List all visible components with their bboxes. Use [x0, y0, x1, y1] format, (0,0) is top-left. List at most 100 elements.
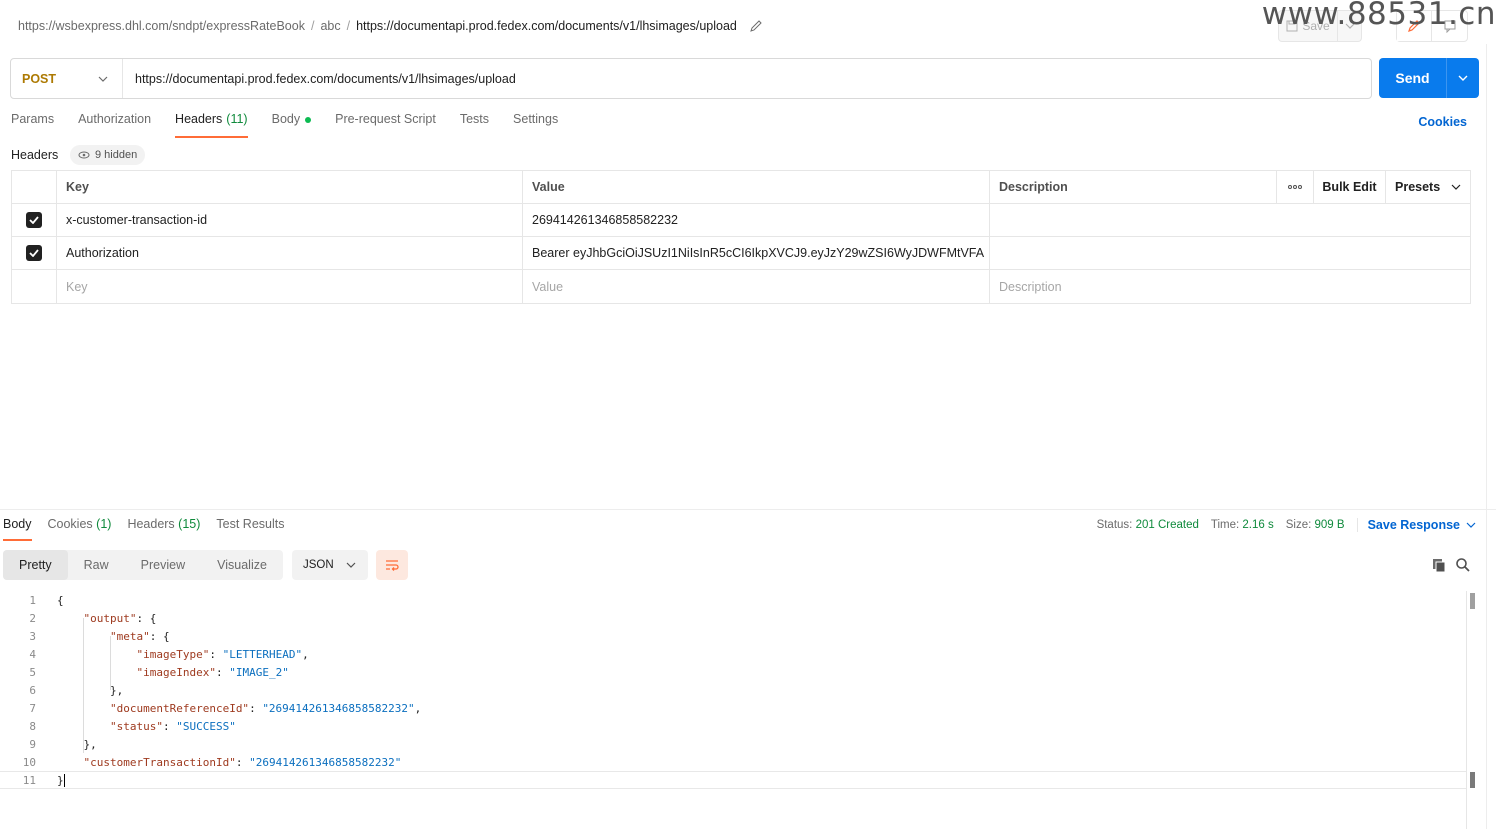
tab-label: Tests [459, 112, 490, 126]
table-row: x-customer-transaction-id 26941426134685… [12, 204, 1470, 237]
chevron-down-icon [1451, 184, 1461, 190]
tab-label: Headers [175, 112, 223, 126]
json-key: "imageType" [136, 647, 210, 661]
body-indicator-dot [305, 117, 312, 123]
code-text: } [57, 773, 65, 787]
code-text: }, [57, 737, 97, 751]
code-line: 8 "status": "SUCCESS" [0, 717, 1466, 735]
bulk-edit-button[interactable]: Bulk Edit [1314, 171, 1386, 203]
url-input[interactable] [123, 59, 1371, 98]
new-value-input[interactable]: Value [523, 270, 990, 303]
editor-scrollbar-thumb-bottom[interactable] [1470, 772, 1475, 788]
tab-tests[interactable]: Tests [460, 112, 489, 138]
top-right-toolbar: Save www.88531.cn [1262, 0, 1496, 44]
send-button[interactable]: Send [1379, 58, 1446, 98]
code-line: 2 "output": { [0, 609, 1466, 627]
pencil-icon[interactable] [749, 19, 763, 33]
editor-scrollbar-thumb[interactable] [1470, 593, 1475, 609]
send-options-button[interactable] [1446, 58, 1479, 98]
save-response-button[interactable]: Save Response [1356, 518, 1476, 532]
response-tab-body[interactable]: Body [3, 517, 32, 541]
code-line: 9 }, [0, 735, 1466, 753]
breadcrumb-separator: / [346, 19, 351, 33]
header-value-cell[interactable]: 269414261346858582232 [523, 204, 990, 236]
pane-divider[interactable] [0, 509, 1496, 510]
time-value: 2.16 s [1242, 519, 1274, 531]
json-key: "imageIndex" [136, 665, 216, 679]
tab-settings[interactable]: Settings [513, 112, 558, 138]
tab-prerequest-script[interactable]: Pre-request Script [335, 112, 436, 138]
new-key-input[interactable]: Key [57, 270, 523, 303]
header-description-cell[interactable] [990, 237, 1470, 269]
json-string: "SUCCESS" [176, 719, 236, 733]
tab-authorization[interactable]: Authorization [78, 112, 151, 138]
wrap-lines-button[interactable] [376, 550, 408, 580]
code-text: "customerTransactionId": "26941426134685… [83, 755, 402, 769]
view-visualize[interactable]: Visualize [201, 550, 283, 580]
table-row: Authorization Bearer eyJhbGciOiJSUzI1NiI… [12, 237, 1470, 270]
header-enabled-checkbox[interactable] [12, 204, 57, 236]
header-enabled-checkbox[interactable] [12, 237, 57, 269]
method-select[interactable]: POST [11, 59, 123, 98]
response-tab-headers[interactable]: Headers (15) [127, 517, 200, 541]
format-select[interactable]: JSON [292, 550, 368, 580]
size-info[interactable]: Size: 909 B [1286, 519, 1345, 531]
new-description-input[interactable]: Description [990, 270, 1470, 303]
status-info[interactable]: Status: 201 Created [1097, 519, 1199, 531]
copy-icon[interactable] [1431, 557, 1447, 573]
code-text: "documentReferenceId": "2694142613468585… [109, 701, 422, 715]
response-meta: Status: 201 Created Time: 2.16 s Size: 9… [1097, 518, 1476, 532]
breadcrumb-folder[interactable]: abc [320, 19, 340, 33]
chevron-down-icon [1458, 75, 1468, 81]
code-line: 10 "customerTransactionId": "26941426134… [0, 753, 1466, 771]
tab-label: Pre-request Script [335, 112, 436, 126]
tab-count: (15) [178, 517, 201, 531]
hidden-count: 9 hidden [95, 149, 138, 161]
tab-headers[interactable]: Headers (11) [175, 112, 248, 138]
time-label: Time: [1210, 519, 1240, 531]
response-tab-test-results[interactable]: Test Results [216, 517, 284, 541]
response-tab-cookies[interactable]: Cookies (1) [48, 517, 112, 541]
tab-label: Params [11, 112, 55, 126]
tab-label: Body [271, 112, 301, 126]
line-number: 5 [29, 665, 36, 679]
tab-label: Headers [127, 517, 175, 531]
view-preview[interactable]: Preview [125, 550, 201, 580]
more-options-button[interactable] [1277, 171, 1314, 203]
time-info[interactable]: Time: 2.16 s [1211, 519, 1274, 531]
code-line: 7 "documentReferenceId": "26941426134685… [0, 699, 1466, 717]
tab-body[interactable]: Body [272, 112, 312, 138]
tab-label: Cookies [47, 517, 93, 531]
line-number: 8 [29, 719, 36, 733]
cookies-link[interactable]: Cookies [1418, 115, 1467, 129]
checkmark-icon [26, 245, 42, 261]
code-line: 5 "imageIndex": "IMAGE_2" [0, 663, 1466, 681]
tab-params[interactable]: Params [11, 112, 54, 138]
hidden-headers-toggle[interactable]: 9 hidden [70, 145, 146, 165]
json-brace: { [57, 593, 64, 607]
table-header-row: Key Value Description Bulk Edit Presets [12, 171, 1470, 204]
view-raw[interactable]: Raw [68, 550, 125, 580]
status-label: Status: [1096, 519, 1133, 531]
size-label: Size: [1285, 519, 1312, 531]
breadcrumb-collection[interactable]: https://wsbexpress.dhl.com/sndpt/express… [18, 19, 305, 33]
header-value-cell[interactable]: Bearer eyJhbGciOiJSUzI1NiIsInR5cCI6IkpXV… [523, 237, 990, 269]
breadcrumb-request-name[interactable]: https://documentapi.prod.fedex.com/docum… [356, 19, 737, 33]
request-bar: POST [10, 58, 1372, 99]
header-description-cell[interactable] [990, 204, 1470, 236]
presets-dropdown[interactable]: Presets [1386, 171, 1470, 203]
view-pretty[interactable]: Pretty [3, 550, 68, 580]
header-key-cell[interactable]: Authorization [57, 237, 523, 269]
line-number: 11 [22, 773, 36, 787]
tab-label: Authorization [78, 112, 152, 126]
line-number: 2 [29, 611, 36, 625]
chevron-down-icon [1466, 522, 1476, 528]
header-key-cell[interactable]: x-customer-transaction-id [57, 204, 523, 236]
method-label: POST [22, 71, 57, 86]
code-line: 4 "imageType": "LETTERHEAD", [0, 645, 1466, 663]
column-header-key: Key [57, 171, 523, 203]
tab-label: Settings [513, 112, 559, 126]
chevron-down-icon [346, 562, 356, 568]
search-icon[interactable] [1455, 557, 1471, 573]
response-body-editor[interactable]: 1 { 2 "output": { 3 "meta": { 4 "imageTy… [0, 591, 1466, 789]
